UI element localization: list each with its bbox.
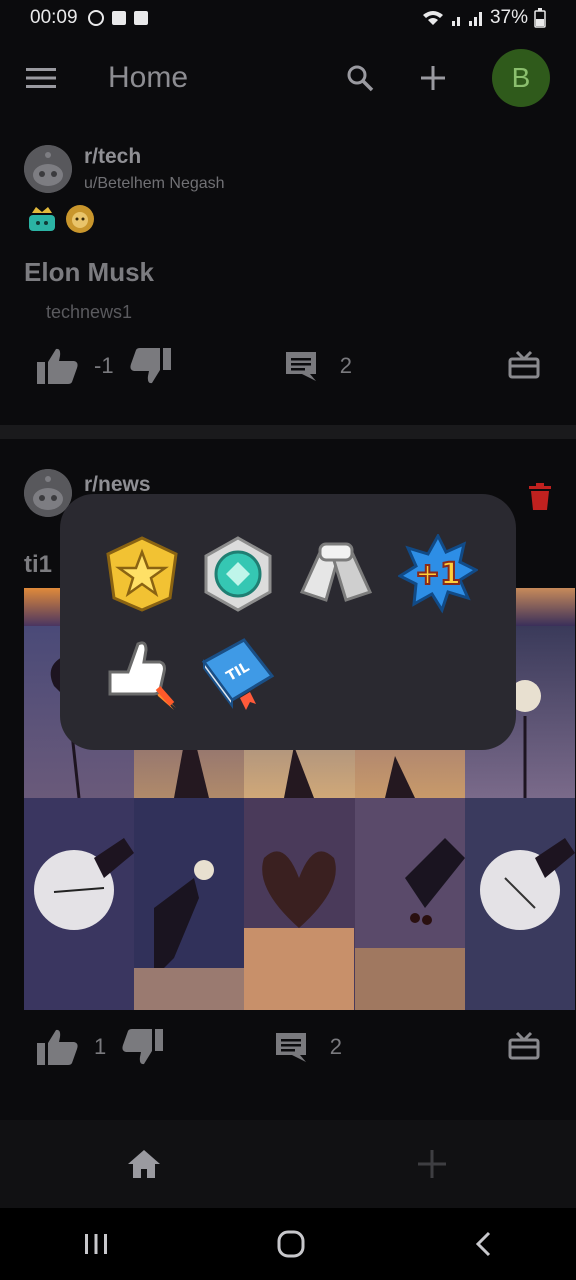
upvote-icon[interactable] bbox=[36, 1027, 80, 1067]
battery-icon bbox=[534, 8, 546, 28]
award-picker-popup: +1 TIL bbox=[60, 494, 516, 750]
upvote-icon[interactable] bbox=[36, 346, 80, 386]
post-actions: -1 2 bbox=[0, 341, 576, 391]
signal-icon bbox=[451, 12, 482, 26]
folder-icon bbox=[111, 11, 126, 25]
comment-icon[interactable] bbox=[274, 1031, 308, 1063]
menu-icon[interactable] bbox=[26, 67, 56, 89]
comment-icon[interactable] bbox=[284, 350, 318, 382]
status-time: 00:09 bbox=[30, 7, 78, 28]
til-book-award-icon[interactable]: TIL bbox=[198, 632, 278, 712]
plus-one-award-icon[interactable]: +1 bbox=[398, 534, 478, 614]
award-gift-icon[interactable] bbox=[508, 1030, 540, 1060]
svg-text:+1: +1 bbox=[415, 557, 461, 592]
recent-apps-icon[interactable] bbox=[83, 1232, 109, 1256]
wifi-icon bbox=[422, 11, 443, 25]
crown-award-icon bbox=[29, 207, 55, 231]
comment-count: 2 bbox=[339, 353, 352, 378]
handshake-award-icon[interactable] bbox=[296, 534, 376, 614]
system-nav-bar bbox=[0, 1208, 576, 1280]
delete-icon[interactable] bbox=[528, 483, 552, 511]
post-score: -1 bbox=[94, 353, 114, 378]
sync-icon bbox=[87, 10, 104, 26]
avatar-letter: B bbox=[511, 62, 531, 93]
downvote-icon[interactable] bbox=[120, 1027, 164, 1067]
page-title: Home bbox=[108, 61, 189, 94]
post-title[interactable]: Elon Musk bbox=[0, 257, 576, 288]
tab-home[interactable] bbox=[0, 1148, 288, 1180]
user-avatar[interactable]: B bbox=[492, 49, 550, 107]
post-link[interactable]: technews1 bbox=[0, 302, 576, 323]
add-icon bbox=[418, 1150, 446, 1178]
home-button-icon[interactable] bbox=[276, 1229, 306, 1259]
battery-percent: 37% bbox=[489, 7, 528, 28]
status-bar: 00:09 37% bbox=[0, 0, 576, 36]
post-author[interactable]: u/Betelhem Negash bbox=[84, 175, 225, 193]
downvote-icon[interactable] bbox=[128, 346, 172, 386]
add-icon[interactable] bbox=[420, 65, 446, 91]
post-score: 1 bbox=[94, 1034, 107, 1059]
bottom-nav bbox=[0, 1120, 576, 1208]
back-icon[interactable] bbox=[473, 1230, 493, 1258]
post-card[interactable]: r/tech u/Betelhem Negash Elon Musk techn… bbox=[0, 145, 576, 425]
checkbox-icon bbox=[133, 11, 148, 25]
lion-award-icon bbox=[66, 205, 94, 233]
subreddit-name[interactable]: r/tech bbox=[84, 145, 225, 169]
diamond-award-icon[interactable] bbox=[198, 534, 278, 614]
post-actions: 1 2 bbox=[0, 1022, 576, 1072]
search-icon[interactable] bbox=[346, 64, 374, 92]
comment-count: 2 bbox=[329, 1034, 342, 1059]
home-icon bbox=[128, 1150, 160, 1178]
app-bar: Home B bbox=[0, 40, 576, 116]
star-award-icon[interactable] bbox=[102, 534, 182, 614]
rocket-like-award-icon[interactable] bbox=[102, 632, 182, 712]
award-gift-icon[interactable] bbox=[508, 349, 540, 379]
post-divider bbox=[0, 425, 576, 439]
tab-create[interactable] bbox=[288, 1149, 576, 1179]
subreddit-avatar[interactable] bbox=[24, 145, 72, 193]
post-awards bbox=[0, 203, 576, 235]
snoo-icon bbox=[24, 145, 72, 193]
